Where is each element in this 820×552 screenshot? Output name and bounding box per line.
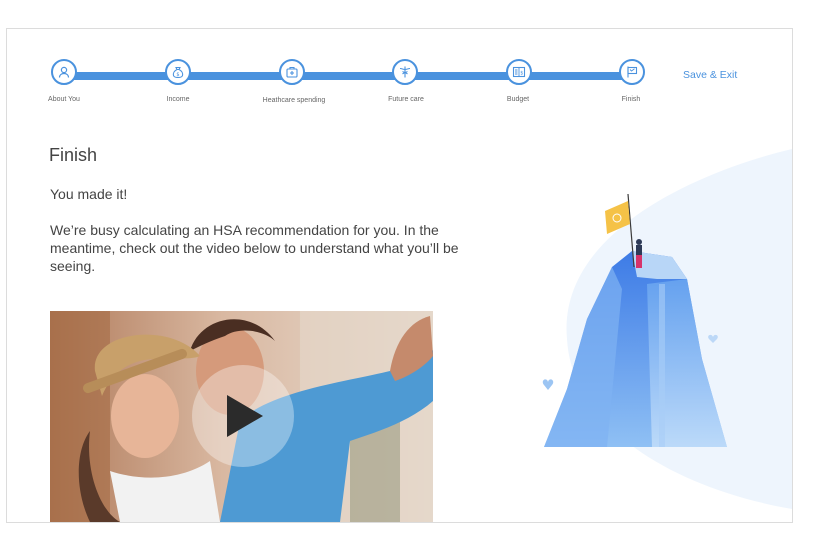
video-player[interactable]: [50, 311, 433, 522]
step-budget[interactable]: $: [506, 59, 532, 85]
step-label-income: Income: [166, 96, 190, 103]
caduceus-icon: [399, 66, 411, 78]
flag-icon: [627, 66, 638, 78]
medical-bag-icon: [286, 66, 298, 78]
step-about-you[interactable]: [51, 59, 77, 85]
finish-card: $ $ About You Income Heathcare spending …: [6, 28, 793, 523]
person-icon: [58, 66, 70, 78]
made-it-text: You made it!: [50, 186, 128, 202]
page-title: Finish: [49, 145, 98, 165]
svg-text:$: $: [520, 70, 523, 76]
money-bag-icon: $: [172, 66, 184, 79]
step-label-budget: Budget: [506, 96, 530, 103]
step-label-about-you: About You: [48, 96, 80, 103]
play-button[interactable]: [192, 365, 294, 467]
mountain-flag-illustration: [542, 149, 792, 509]
step-healthcare-spending[interactable]: [279, 59, 305, 85]
description-text: We’re busy calculating an HSA recommenda…: [50, 222, 459, 274]
step-label-future-care: Future care: [388, 96, 424, 103]
save-exit-link[interactable]: Save & Exit: [683, 69, 737, 81]
step-income[interactable]: $: [165, 59, 191, 85]
step-label-healthcare-spending: Heathcare spending: [262, 97, 326, 104]
step-future-care[interactable]: [392, 59, 418, 85]
svg-text:$: $: [176, 72, 179, 78]
step-label-finish: Finish: [621, 96, 641, 103]
step-finish[interactable]: [619, 59, 645, 85]
progress-track: [71, 72, 638, 80]
play-icon: [227, 395, 263, 437]
ledger-icon: $: [512, 66, 526, 78]
